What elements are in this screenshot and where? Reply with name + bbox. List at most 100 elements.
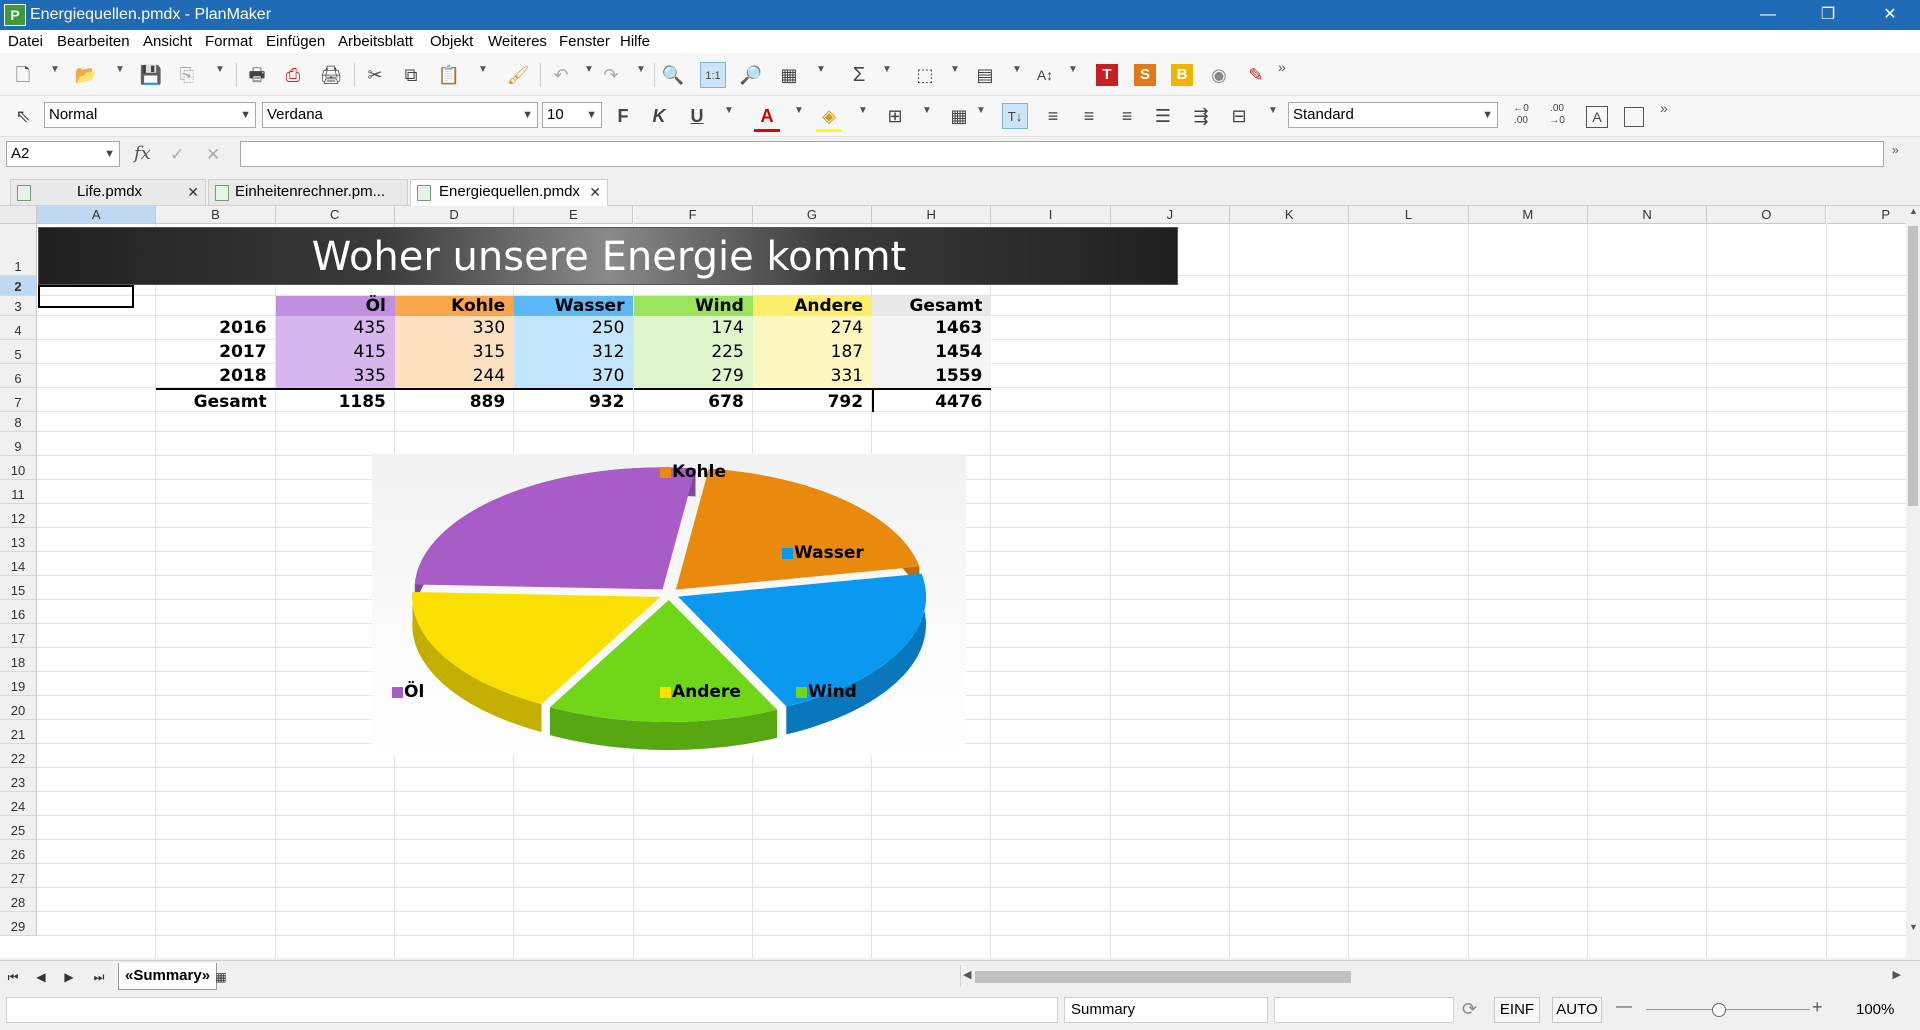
- select-all-corner[interactable]: [0, 206, 37, 224]
- row-header-22[interactable]: 22: [0, 744, 37, 768]
- auto-mode-button[interactable]: AUTO: [1552, 997, 1602, 1023]
- last-sheet-button[interactable]: ⏭: [88, 967, 110, 987]
- frame-icon[interactable]: [1624, 107, 1644, 127]
- column-header-d[interactable]: D: [394, 206, 515, 224]
- column-header-j[interactable]: J: [1110, 206, 1230, 224]
- row-header-23[interactable]: 23: [0, 768, 37, 792]
- indent-icon[interactable]: ⇶: [1188, 103, 1214, 129]
- column-header-i[interactable]: I: [991, 206, 1111, 224]
- sum-icon[interactable]: Σ: [846, 62, 872, 88]
- value-cell[interactable]: 415: [275, 340, 395, 364]
- column-header-n[interactable]: N: [1587, 206, 1708, 224]
- menu-bearbeiten[interactable]: Bearbeiten: [57, 30, 130, 54]
- column-header-b[interactable]: B: [156, 206, 276, 224]
- cancel-icon[interactable]: ✕: [206, 145, 220, 165]
- sheet-tab-summary[interactable]: «Summary»: [118, 963, 218, 990]
- value-cell[interactable]: 225: [633, 340, 753, 364]
- format-painter-icon[interactable]: 🖌: [505, 62, 531, 88]
- header-cell[interactable]: Kohle: [394, 296, 515, 316]
- column-total-cell[interactable]: 1185: [275, 388, 395, 412]
- print-icon[interactable]: 🖶: [244, 62, 270, 88]
- zoom-in-icon[interactable]: +: [1812, 997, 1823, 1018]
- justify-icon[interactable]: ☰: [1150, 103, 1176, 129]
- open-folder-icon[interactable]: 📂: [73, 62, 99, 88]
- increase-decimals-icon[interactable]: ←0.00: [1508, 103, 1534, 129]
- value-cell[interactable]: 331: [752, 364, 873, 388]
- column-header-e[interactable]: E: [514, 206, 634, 224]
- menu-objekt[interactable]: Objekt: [430, 30, 473, 54]
- select-pointer-icon[interactable]: ⇖: [10, 103, 36, 129]
- column-header-g[interactable]: G: [752, 206, 873, 224]
- underline-button[interactable]: U: [684, 103, 710, 129]
- value-cell[interactable]: 315: [394, 340, 515, 364]
- row-header-25[interactable]: 25: [0, 816, 37, 840]
- tab-life[interactable]: Life.pmdx ✕: [10, 179, 206, 205]
- save-all-icon[interactable]: ⎘: [174, 62, 200, 88]
- vertical-scroll-thumb[interactable]: [1908, 226, 1918, 506]
- row-header-18[interactable]: 18: [0, 648, 37, 672]
- menu-hilfe[interactable]: Hilfe: [620, 30, 650, 54]
- value-cell[interactable]: 279: [633, 364, 753, 388]
- row-header-20[interactable]: 20: [0, 696, 37, 720]
- read-only-icon[interactable]: ✎: [1243, 62, 1269, 88]
- decrease-decimals-icon[interactable]: .00 →0: [1544, 103, 1570, 129]
- header-cell[interactable]: Andere: [752, 296, 873, 316]
- value-cell[interactable]: 244: [394, 364, 515, 388]
- align-left-icon[interactable]: ≡: [1040, 103, 1066, 129]
- zoom-icon[interactable]: 🔎: [738, 62, 764, 88]
- value-cell[interactable]: 274: [752, 316, 873, 340]
- value-cell[interactable]: 330: [394, 316, 515, 340]
- font-size-select[interactable]: 10 ▼: [542, 102, 602, 128]
- menu-datei[interactable]: Datei: [8, 30, 43, 54]
- row-total-cell[interactable]: 1559: [872, 364, 992, 388]
- row-header-3[interactable]: 3: [0, 296, 37, 316]
- row-header-8[interactable]: 8: [0, 412, 37, 432]
- header-cell[interactable]: Öl: [275, 296, 395, 316]
- cell-reference-box[interactable]: A2 ▼: [6, 141, 120, 167]
- column-total-cell[interactable]: 889: [394, 388, 515, 412]
- copy-icon[interactable]: ⧉: [398, 62, 424, 88]
- new-document-icon[interactable]: 🗋: [10, 62, 36, 88]
- tab-energiequellen[interactable]: Energiequellen.pmdx ✕: [410, 179, 608, 206]
- merge-cells-icon[interactable]: ⊟: [1226, 103, 1252, 129]
- row-header-6[interactable]: 6: [0, 364, 37, 388]
- column-header-k[interactable]: K: [1230, 206, 1350, 224]
- borders-icon[interactable]: ⊞: [882, 103, 908, 129]
- menu-fenster[interactable]: Fenster: [559, 30, 610, 54]
- formula-input[interactable]: [240, 141, 1884, 167]
- search-icon[interactable]: 🔍: [660, 62, 686, 88]
- row-header-26[interactable]: 26: [0, 840, 37, 864]
- column-header-c[interactable]: C: [275, 206, 395, 224]
- grand-total-cell[interactable]: 4476: [872, 388, 992, 412]
- prev-sheet-button[interactable]: ◀: [30, 967, 52, 987]
- row-header-15[interactable]: 15: [0, 576, 37, 600]
- row-header-19[interactable]: 19: [0, 672, 37, 696]
- zoom-slider[interactable]: [1646, 1009, 1810, 1010]
- zoom-out-icon[interactable]: —: [1616, 998, 1632, 1016]
- close-tab-icon[interactable]: ✕: [589, 180, 601, 204]
- basicmaker-icon[interactable]: B: [1171, 64, 1193, 86]
- tab-einheitenrechner[interactable]: Einheitenrechner.pm...: [208, 179, 408, 205]
- add-sheet-icon[interactable]: ▦: [210, 967, 232, 987]
- row-header-27[interactable]: 27: [0, 864, 37, 888]
- cut-icon[interactable]: ✂: [362, 62, 388, 88]
- year-cell[interactable]: 2016: [156, 316, 275, 340]
- row-header-14[interactable]: 14: [0, 552, 37, 576]
- zoom-100-icon[interactable]: 1:1: [700, 62, 726, 88]
- close-tab-icon[interactable]: ✕: [187, 180, 199, 204]
- align-right-icon[interactable]: ≡: [1114, 103, 1140, 129]
- function-icon[interactable]: fx: [134, 143, 151, 164]
- fill-color-icon[interactable]: ◈: [816, 103, 842, 132]
- header-cell[interactable]: Wasser: [514, 296, 634, 316]
- table-view-icon[interactable]: ▦: [776, 62, 802, 88]
- total-label-cell[interactable]: Gesamt: [156, 388, 276, 412]
- row-header-29[interactable]: 29: [0, 912, 37, 936]
- next-sheet-button[interactable]: ▶: [58, 967, 80, 987]
- menu-weiteres[interactable]: Weiteres: [488, 30, 547, 54]
- row-header-7[interactable]: 7: [0, 388, 37, 412]
- menu-arbeitsblatt[interactable]: Arbeitsblatt: [338, 30, 413, 54]
- row-header-9[interactable]: 9: [0, 432, 37, 456]
- row-header-17[interactable]: 17: [0, 624, 37, 648]
- row-header-13[interactable]: 13: [0, 528, 37, 552]
- header-cell[interactable]: Wind: [633, 296, 753, 316]
